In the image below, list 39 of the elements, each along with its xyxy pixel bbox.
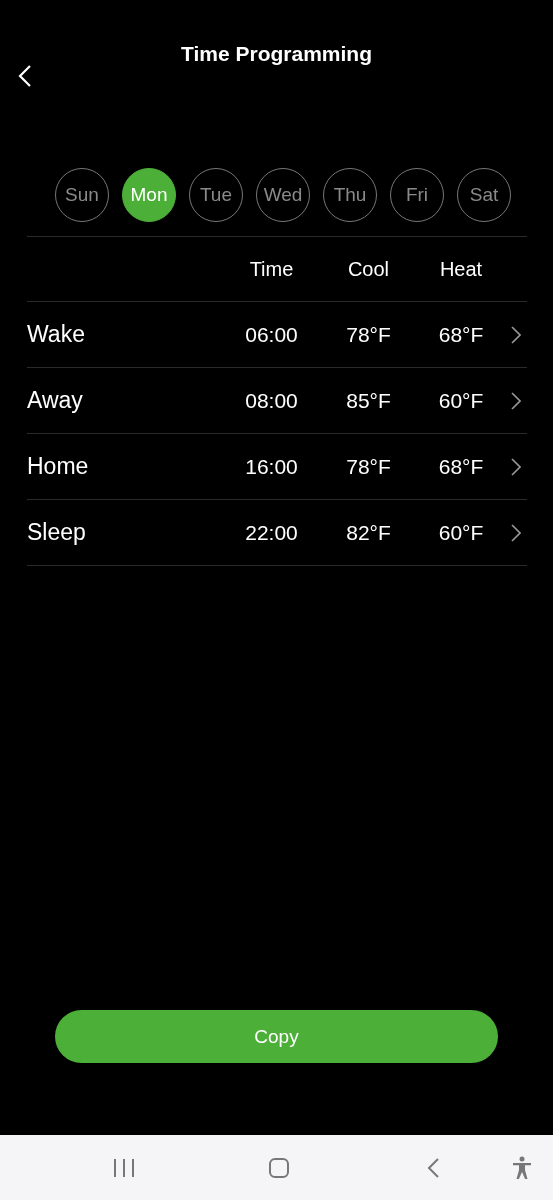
column-header: Heat <box>438 257 484 281</box>
period-name: Sleep <box>27 519 87 546</box>
column-header: Cool <box>346 257 391 281</box>
period-name: Wake <box>27 321 86 348</box>
back-icon <box>18 64 32 88</box>
heat-temperature: 68°F <box>437 454 485 479</box>
accessibility-icon[interactable] <box>512 1155 532 1180</box>
time-value: 06:00 <box>244 322 299 347</box>
day-button[interactable]: Sun <box>55 168 109 222</box>
heat-temperature: 60°F <box>437 520 485 545</box>
schedule-row[interactable]: Sleep 22:00 82°F 60°F <box>27 500 527 566</box>
time-value: 08:00 <box>244 388 299 413</box>
time-value: 16:00 <box>244 454 299 479</box>
page-title: Time Programming <box>181 41 372 67</box>
schedule-row[interactable]: Home 16:00 78°F 68°F <box>27 434 527 500</box>
period-name: Away <box>27 387 84 414</box>
time-value: 22:00 <box>244 520 299 545</box>
cool-temperature: 85°F <box>345 388 392 413</box>
day-button[interactable]: Tue <box>189 168 243 222</box>
chevron-right-icon <box>511 457 521 476</box>
back-icon[interactable] <box>426 1156 440 1179</box>
day-button[interactable]: Thu <box>323 168 377 222</box>
cool-temperature: 82°F <box>345 520 392 545</box>
schedule-row[interactable]: Wake 06:00 78°F 68°F <box>27 302 527 368</box>
day-button[interactable]: Wed <box>256 168 310 222</box>
recent-apps-icon[interactable] <box>112 1156 136 1179</box>
column-header: Time <box>248 257 295 281</box>
cool-temperature: 78°F <box>345 454 392 479</box>
day-button[interactable]: Sat <box>457 168 511 222</box>
schedule-row[interactable]: Away 08:00 85°F 60°F <box>27 368 527 434</box>
chevron-right-icon <box>511 325 521 344</box>
day-button[interactable]: Fri <box>390 168 444 222</box>
chevron-right-icon <box>511 523 521 542</box>
heat-temperature: 60°F <box>437 388 485 413</box>
chevron-right-icon <box>511 391 521 410</box>
heat-temperature: 68°F <box>437 322 485 347</box>
period-name: Home <box>27 453 90 480</box>
home-icon[interactable] <box>268 1156 290 1179</box>
cool-temperature: 78°F <box>345 322 392 347</box>
